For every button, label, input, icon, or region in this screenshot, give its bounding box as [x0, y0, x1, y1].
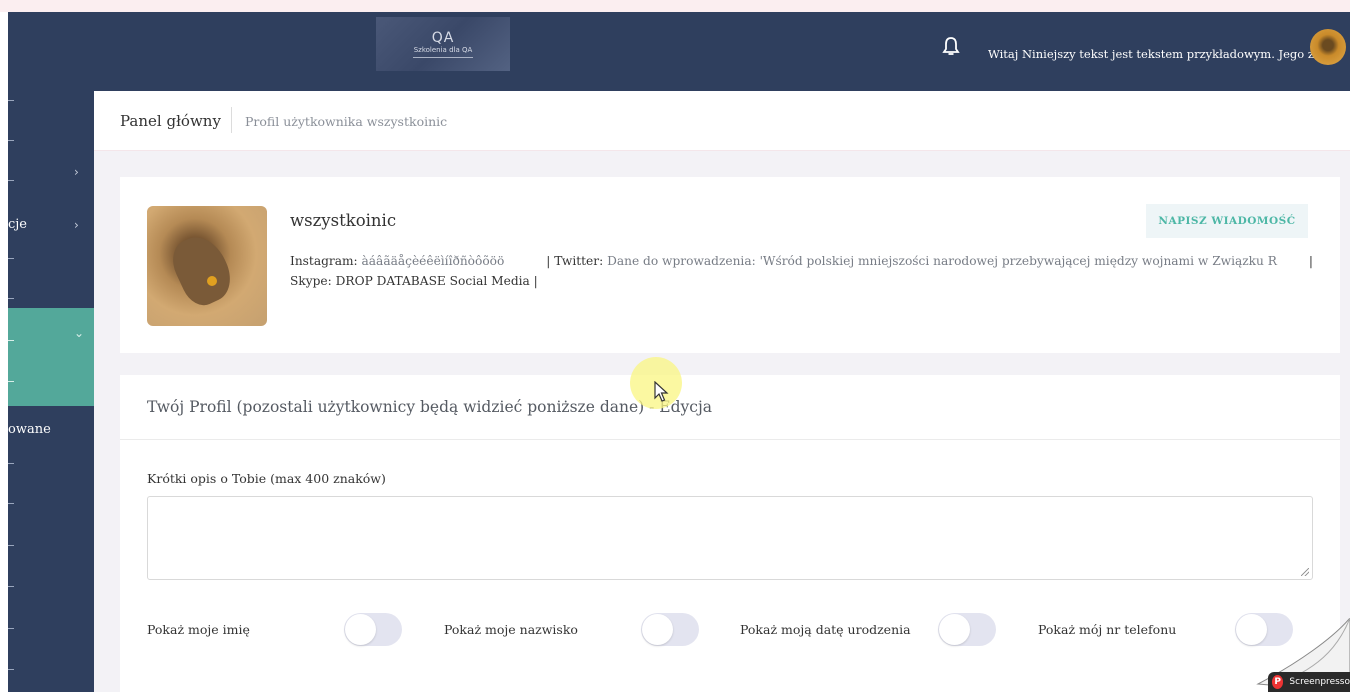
- sidebar: › cje › ⌄ owane: [8, 91, 94, 692]
- skype-label: Skype:: [290, 274, 332, 288]
- logo-underline: [413, 56, 473, 58]
- sidebar-divider: [8, 545, 14, 546]
- separator: |: [533, 274, 538, 288]
- user-greeting[interactable]: Witaj Niniejszy tekst jest tekstem przyk…: [988, 47, 1321, 61]
- profile-photo: [147, 206, 267, 326]
- sidebar-divider: [8, 140, 14, 141]
- resize-handle-icon[interactable]: [1301, 568, 1309, 576]
- logo-text: Szkolenia dla QA: [413, 45, 473, 54]
- breadcrumb-separator: [231, 107, 232, 133]
- separator: |: [1308, 254, 1313, 268]
- bio-textarea[interactable]: [147, 496, 1313, 580]
- show-birthdate-toggle[interactable]: [938, 613, 996, 646]
- chevron-right-icon[interactable]: ›: [74, 218, 79, 232]
- toggle-knob: [345, 614, 376, 645]
- sidebar-item-label[interactable]: cje: [8, 217, 27, 232]
- screenpresso-badge: P Screenpresso: [1268, 672, 1350, 692]
- instagram-value[interactable]: àáâãäåçèéêëìíîðñòôõöö: [362, 254, 505, 268]
- chevron-down-icon[interactable]: ⌄: [74, 326, 84, 340]
- sidebar-divider: [8, 669, 14, 670]
- card-divider: [120, 439, 1340, 440]
- sidebar-divider: [8, 258, 14, 259]
- sidebar-divider: [8, 180, 14, 181]
- sidebar-divider: [8, 586, 14, 587]
- photo-detail: [207, 276, 217, 286]
- sidebar-item-active[interactable]: ⌄: [8, 308, 94, 406]
- twitter-value[interactable]: Dane do wprowadzenia: 'Wśród polskiej mn…: [607, 254, 1277, 268]
- instagram-label: Instagram:: [290, 254, 358, 268]
- sidebar-divider: [8, 298, 14, 299]
- toggle-knob: [642, 614, 673, 645]
- show-first-name-toggle[interactable]: [344, 613, 402, 646]
- chevron-right-icon[interactable]: ›: [74, 165, 79, 179]
- logo[interactable]: QA Szkolenia dla QA: [376, 17, 510, 71]
- sidebar-divider: [8, 628, 14, 629]
- sidebar-item-label[interactable]: owane: [8, 422, 51, 437]
- photo-subject: [164, 228, 240, 312]
- screenpresso-text: Screenpresso: [1289, 677, 1350, 687]
- show-last-name-label: Pokaż moje nazwisko: [444, 622, 578, 637]
- show-birthdate-label: Pokaż moją datę urodzenia: [740, 622, 911, 637]
- profile-card: wszystkoinic NAPISZ WIADOMOŚĆ Instagram:…: [120, 177, 1340, 353]
- bell-icon[interactable]: [942, 36, 960, 58]
- show-last-name-toggle[interactable]: [641, 613, 699, 646]
- breadcrumb-current: Profil użytkownika wszystkoinic: [245, 114, 448, 129]
- send-message-button[interactable]: NAPISZ WIADOMOŚĆ: [1146, 204, 1308, 238]
- show-first-name-label: Pokaż moje imię: [147, 622, 250, 637]
- user-avatar[interactable]: [1310, 29, 1346, 65]
- sidebar-divider: [8, 463, 14, 464]
- screenpresso-logo-icon: P: [1272, 675, 1284, 689]
- top-strip: [0, 0, 1350, 12]
- show-phone-label: Pokaż mój nr telefonu: [1038, 622, 1177, 637]
- logo-mark: QA: [431, 29, 455, 46]
- breadcrumb: Panel główny Profil użytkownika wszystko…: [94, 91, 1350, 151]
- bio-label: Krótki opis o Tobie (max 400 znaków): [147, 471, 386, 486]
- social-links: Instagram: àáâãäåçèéêëìíîðñòôõöö | Twitt…: [290, 251, 1320, 291]
- top-navbar: QA Szkolenia dla QA Witaj Niniejszy teks…: [8, 12, 1350, 91]
- profile-edit-title: Twój Profil (pozostali użytkownicy będą …: [147, 398, 713, 416]
- profile-username: wszystkoinic: [290, 211, 397, 230]
- sidebar-divider: [8, 100, 14, 101]
- skype-value[interactable]: DROP DATABASE Social Media: [336, 274, 530, 288]
- profile-edit-card: Twój Profil (pozostali użytkownicy będą …: [120, 375, 1340, 692]
- breadcrumb-home[interactable]: Panel główny: [120, 112, 221, 130]
- sidebar-divider: [8, 503, 14, 504]
- sidebar-divider: [8, 381, 14, 382]
- mouse-cursor-icon: [654, 381, 669, 402]
- twitter-label: Twitter:: [554, 254, 604, 268]
- sidebar-divider: [8, 340, 14, 341]
- toggle-knob: [939, 614, 970, 645]
